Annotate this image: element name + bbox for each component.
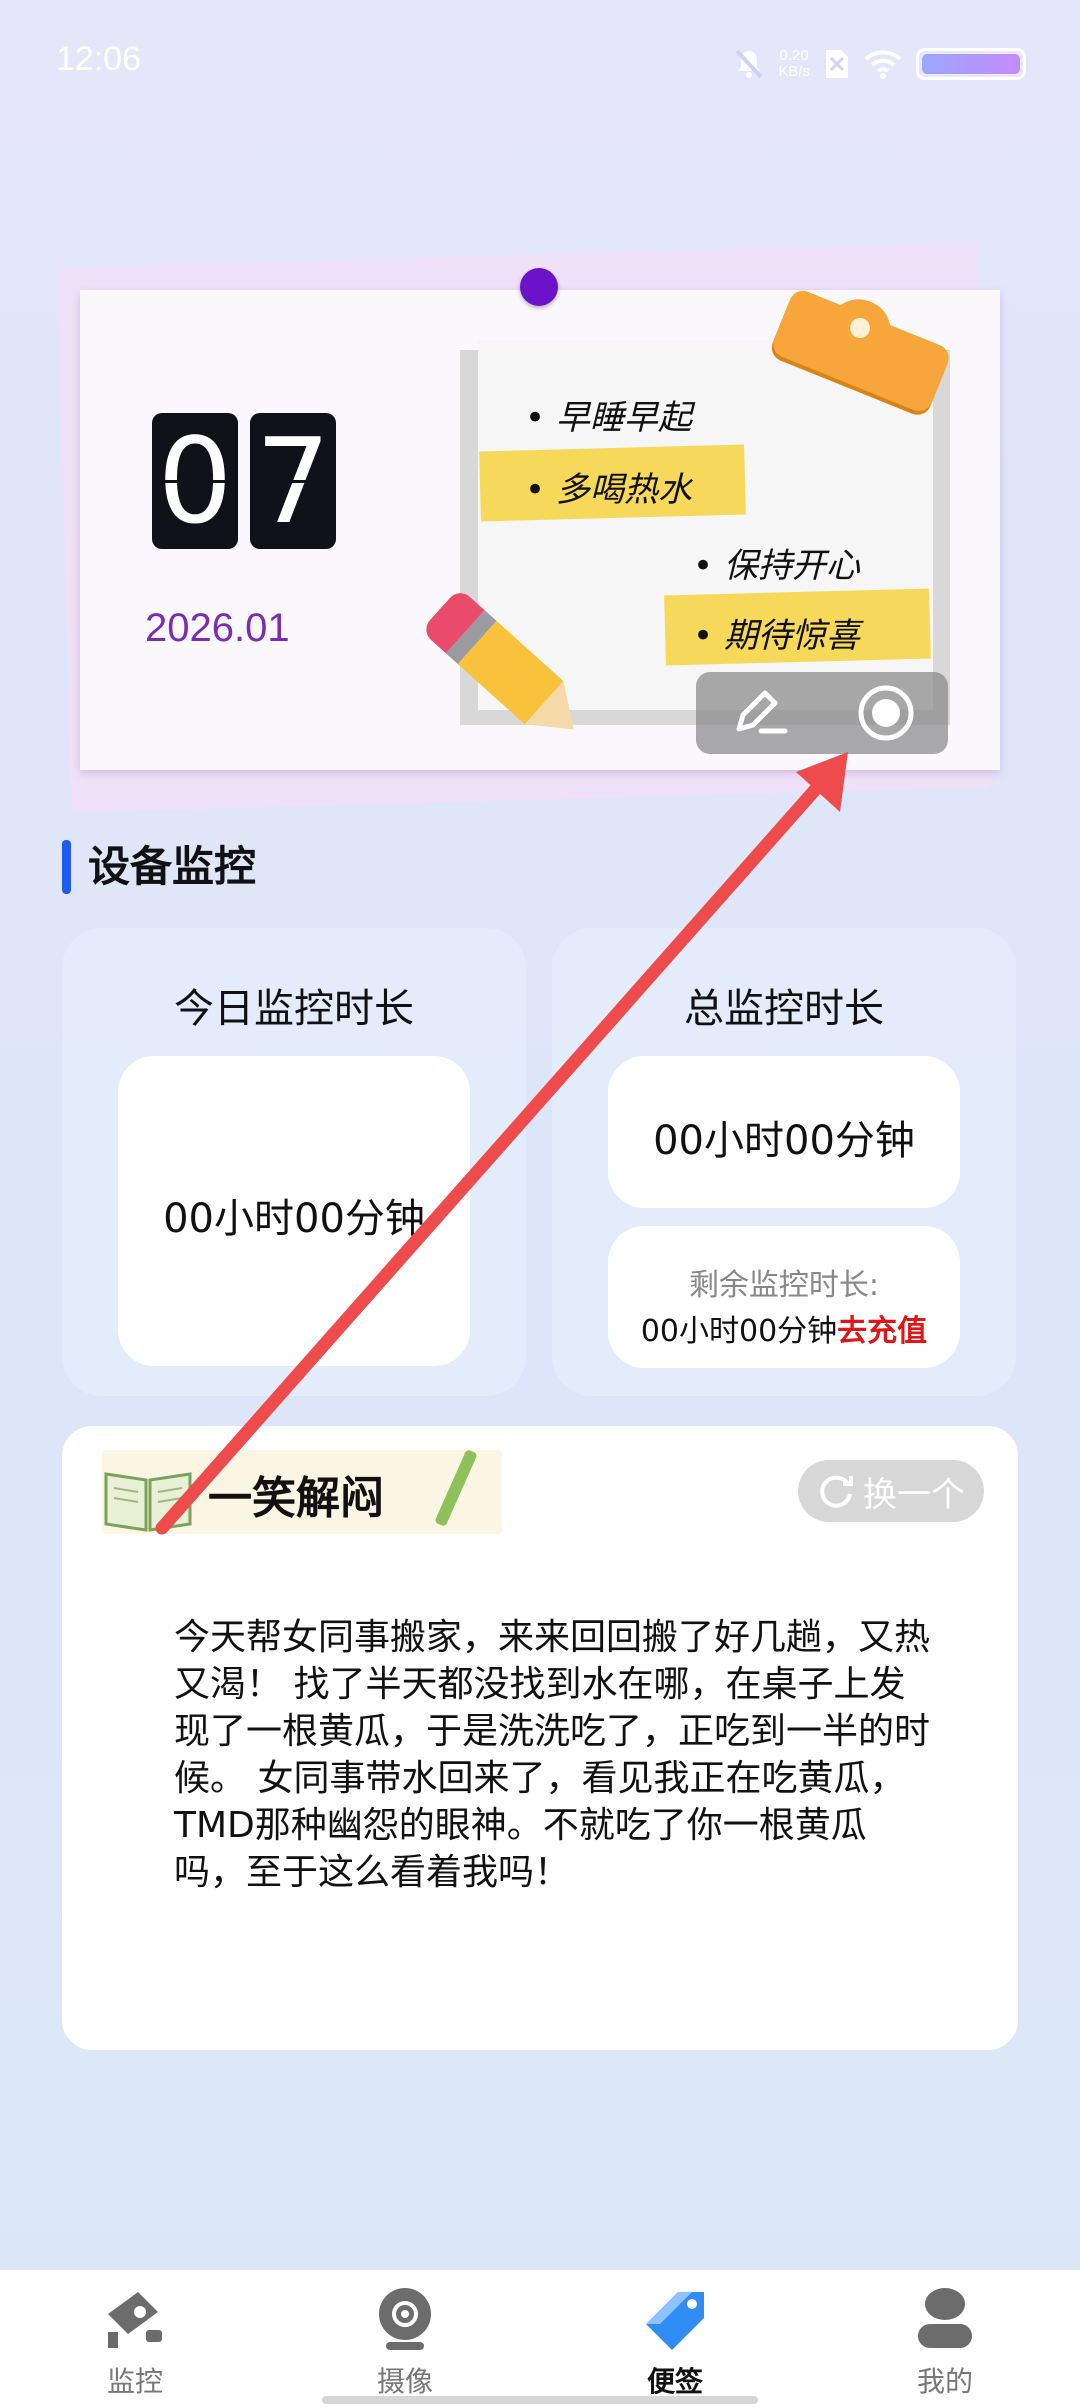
net-speed: 0.20 KB/s xyxy=(778,48,810,80)
monitor-camera-icon xyxy=(108,2292,162,2348)
note-line: • 多喝热水 xyxy=(525,470,692,510)
swap-joke-label: 换一个 xyxy=(863,1474,965,1515)
wifi-icon xyxy=(864,50,902,79)
calendar-year-month: 2026.01 xyxy=(145,606,290,650)
status-time: 12:06 xyxy=(56,40,142,78)
joke-title: 一笑解闷 xyxy=(208,1473,384,1524)
day-digit-tens: 0 xyxy=(152,413,238,549)
remaining-monitor-box: 剩余监控时长: 00小时00分钟去充值 xyxy=(608,1226,960,1368)
refresh-icon xyxy=(820,1475,853,1508)
total-monitor-card: 总监控时长 00小时00分钟 剩余监控时长: 00小时00分钟去充值 xyxy=(552,928,1016,1396)
book-icon xyxy=(104,1472,192,1532)
edit-icon[interactable] xyxy=(729,687,791,739)
net-speed-value: 0.20 xyxy=(779,47,809,64)
today-monitor-title: 今日监控时长 xyxy=(174,986,414,1032)
person-icon xyxy=(918,2288,972,2348)
home-indicator xyxy=(322,2396,758,2404)
battery-icon xyxy=(916,48,1026,80)
joke-card: 一笑解闷 换一个 今天帮女同事搬家，来来回回搬了好几趟，又热又渴！ 找了半天都没… xyxy=(62,1426,1018,2050)
today-monitor-card: 今日监控时长 00小时00分钟 xyxy=(62,928,526,1396)
nav-label: 我的 xyxy=(916,2365,973,2398)
remaining-monitor-value: 00小时00分钟 xyxy=(640,1314,838,1349)
status-icons: 0.20 KB/s xyxy=(734,44,1026,84)
nav-label: 摄像 xyxy=(376,2365,433,2398)
sim-off-icon xyxy=(826,50,848,78)
total-monitor-box: 00小时00分钟 xyxy=(608,1056,960,1208)
recharge-link[interactable]: 去充值 xyxy=(837,1314,927,1349)
swap-joke-button[interactable]: 换一个 xyxy=(798,1460,984,1522)
net-speed-unit: KB/s xyxy=(778,63,810,80)
record-icon[interactable] xyxy=(856,683,916,743)
remaining-monitor-line: 00小时00分钟去充值 xyxy=(608,1306,960,1350)
nav-label: 便签 xyxy=(646,2365,703,2398)
nav-label: 监控 xyxy=(106,2365,163,2398)
nav-item-notes[interactable]: 便签 xyxy=(575,2286,775,2400)
pin-icon xyxy=(520,268,558,306)
total-monitor-value: 00小时00分钟 xyxy=(653,1118,915,1164)
remaining-monitor-label: 剩余监控时长: xyxy=(688,1268,880,1303)
day-digit-ones: 7 xyxy=(250,413,336,549)
total-monitor-title: 总监控时长 xyxy=(684,986,884,1032)
note-edit-controls xyxy=(696,672,948,754)
today-monitor-value: 00小时00分钟 xyxy=(163,1196,425,1242)
section-accent-bar xyxy=(62,840,71,894)
status-bar: 12:06 0.20 KB/s xyxy=(0,0,1080,130)
note-line: • 早睡早起 xyxy=(525,398,692,438)
bottom-nav: 监控 摄像 便签 我的 xyxy=(0,2270,1080,2408)
nav-item-profile[interactable]: 我的 xyxy=(845,2286,1045,2400)
nav-item-monitor[interactable]: 监控 xyxy=(35,2286,235,2400)
webcam-icon xyxy=(379,2288,431,2350)
section-title: 设备监控 xyxy=(88,842,257,891)
joke-text: 今天帮女同事搬家，来来回回搬了好几趟，又热又渴！ 找了半天都没找到水在哪，在桌子… xyxy=(174,1617,931,1893)
today-monitor-box: 00小时00分钟 xyxy=(118,1056,470,1366)
note-line: • 保持开心 xyxy=(693,546,860,586)
note-line: • 期待惊喜 xyxy=(693,616,860,656)
mute-bell-icon xyxy=(735,49,763,79)
tag-icon xyxy=(646,2292,704,2350)
nav-item-camera[interactable]: 摄像 xyxy=(305,2286,505,2400)
